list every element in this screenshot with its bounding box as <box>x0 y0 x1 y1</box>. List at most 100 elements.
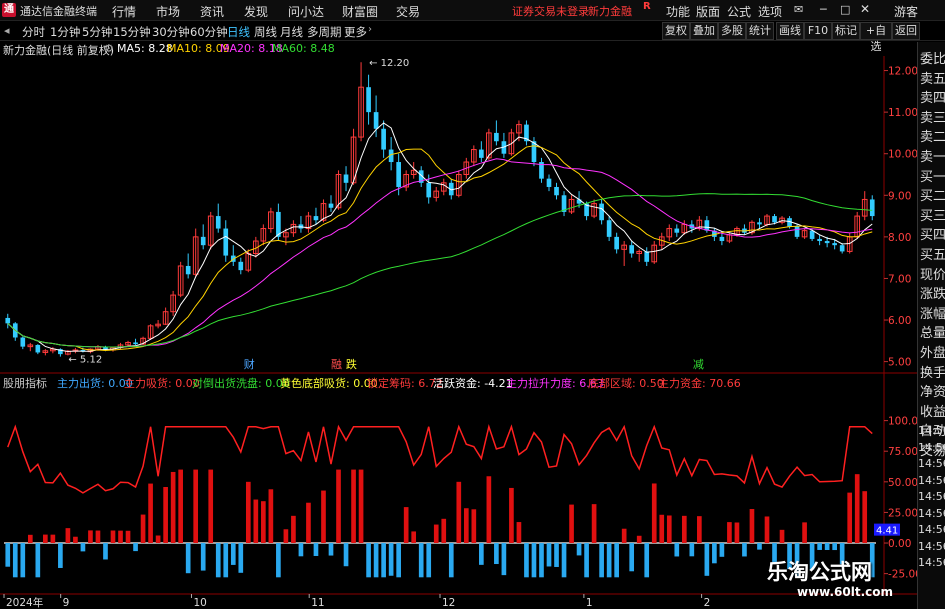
candle-body-28[interactable] <box>215 216 221 229</box>
candle-body-0[interactable] <box>5 317 11 324</box>
ind-tick-label-4: 75.00 <box>888 446 917 458</box>
ind-bar-69 <box>524 543 529 578</box>
candle-body-100[interactable] <box>757 222 762 225</box>
candle-body-108[interactable] <box>817 238 822 242</box>
candle-body-24[interactable] <box>185 265 191 275</box>
candle-body-93[interactable] <box>704 220 710 231</box>
ind-bar-25 <box>193 469 199 544</box>
candle-body-95[interactable] <box>719 236 725 242</box>
sidebar-item-0[interactable]: 委比 <box>920 48 945 67</box>
sidebar-item-17[interactable]: 净资 <box>920 381 945 400</box>
candle-body-29[interactable] <box>223 228 229 256</box>
event-marker-1[interactable]: 融 <box>331 358 342 371</box>
candle-body-73[interactable] <box>554 186 559 196</box>
ind-bar-96 <box>727 522 732 544</box>
candle-body-111[interactable] <box>839 245 845 252</box>
candle-body-89[interactable] <box>674 228 680 233</box>
candle-body-107[interactable] <box>809 230 815 239</box>
sidebar-item-3[interactable]: 卖三 <box>920 107 945 126</box>
ind-bar-93 <box>704 543 710 576</box>
candle-body-83[interactable] <box>629 245 635 254</box>
price-chart[interactable]: 5.006.007.008.009.0010.0011.0012.00← 12.… <box>0 0 917 609</box>
ind-bar-67 <box>509 487 514 544</box>
event-marker-3[interactable]: 减 <box>693 358 704 371</box>
ma60-line <box>7 193 873 348</box>
time-label-2: 14:56 <box>918 457 945 470</box>
ind-bar-79 <box>599 543 604 578</box>
ind-bar-109 <box>824 543 830 551</box>
candle-body-102[interactable] <box>772 216 777 223</box>
price-tick-label-7: 12.00 <box>888 66 917 78</box>
sidebar-item-4[interactable]: 卖二 <box>920 126 945 145</box>
sidebar-item-5[interactable]: 卖一 <box>920 146 945 165</box>
candle-body-115[interactable] <box>869 199 875 217</box>
candle-body-26[interactable] <box>200 236 206 246</box>
ind-bar-12 <box>95 530 101 544</box>
sidebar-item-6[interactable]: 买一 <box>920 166 945 185</box>
candle-body-31[interactable] <box>238 261 244 271</box>
candle-body-105[interactable] <box>794 226 800 237</box>
ind-bar-71 <box>539 543 544 578</box>
ind-bar-28 <box>215 543 221 578</box>
ind-bar-35 <box>268 489 274 544</box>
candle-body-17[interactable] <box>133 342 138 345</box>
sidebar-item-2[interactable]: 卖四 <box>920 87 945 106</box>
indicator-label-8: 底部区域: 0.50 <box>588 377 664 390</box>
candle-body-72[interactable] <box>546 178 552 187</box>
candle-body-45[interactable] <box>343 174 349 183</box>
ind-tick-label-2: 25.00 <box>888 507 917 519</box>
candle-body-41[interactable] <box>313 216 319 221</box>
event-marker-2[interactable]: 跌 <box>346 357 357 371</box>
candle-body-4[interactable] <box>35 344 41 353</box>
ind-bar-72 <box>546 543 552 567</box>
ind-bar-36 <box>276 543 281 578</box>
candle-body-81[interactable] <box>614 236 619 250</box>
sidebar-item-13[interactable]: 涨幅 <box>920 303 945 322</box>
candle-body-43[interactable] <box>328 203 334 208</box>
ind-bar-20 <box>155 535 161 544</box>
sidebar-item-10[interactable]: 买五 <box>920 244 945 263</box>
candle-body-63[interactable] <box>479 149 484 158</box>
candle-body-52[interactable] <box>396 162 401 187</box>
sidebar-item-9[interactable]: 买四 <box>920 224 945 243</box>
time-label-5: 14:56 <box>918 506 945 520</box>
sidebar-item-7[interactable]: 买二 <box>920 185 945 204</box>
ind-bar-37 <box>283 529 289 544</box>
ind-bar-48 <box>366 543 371 578</box>
candle-body-56[interactable] <box>426 182 432 198</box>
candle-body-80[interactable] <box>606 220 612 237</box>
sidebar-item-11[interactable]: 现价 <box>920 264 945 283</box>
ind-bar-6 <box>50 534 56 544</box>
ind-bar-59 <box>448 543 454 578</box>
candle-body-65[interactable] <box>494 132 499 142</box>
time-label-6: 14:56 <box>918 523 945 536</box>
watermark-url: www.60lt.com <box>797 585 894 599</box>
candle-body-85[interactable] <box>644 251 650 262</box>
sidebar-item-1[interactable]: 卖五 <box>920 68 945 87</box>
sidebar-item-12[interactable]: 涨跌 <box>920 283 945 302</box>
candle-body-110[interactable] <box>832 243 837 246</box>
ind-bar-98 <box>742 543 747 557</box>
sidebar-item-18[interactable]: 收益 <box>920 401 945 420</box>
sidebar-item-16[interactable]: 换手 <box>920 362 945 381</box>
indicator-label-2: 主力吸货: 0.00 <box>124 377 200 390</box>
candle-body-48[interactable] <box>366 87 371 113</box>
event-marker-0[interactable]: 财 <box>244 357 255 371</box>
price-tick-label-0: 5.00 <box>888 357 911 369</box>
ind-bar-1 <box>12 543 18 578</box>
candle-body-79[interactable] <box>599 203 604 221</box>
ind-bar-58 <box>441 518 447 544</box>
ind-bar-73 <box>554 543 559 567</box>
sidebar-item-14[interactable]: 总量 <box>920 322 945 341</box>
candle-body-109[interactable] <box>824 241 830 244</box>
price-tick-label-5: 10.00 <box>888 149 917 161</box>
time-axis-label-4: 12 <box>442 597 455 609</box>
ind-tick-label-1: 0.00 <box>888 538 911 550</box>
candle-body-50[interactable] <box>381 128 386 150</box>
ind-bar-54 <box>411 531 417 544</box>
candle-body-2[interactable] <box>20 337 26 347</box>
sidebar-item-15[interactable]: 外盘 <box>920 342 945 361</box>
candle-body-49[interactable] <box>373 112 379 129</box>
ind-bar-32 <box>245 481 251 544</box>
sidebar-item-8[interactable]: 买三 <box>920 205 945 224</box>
